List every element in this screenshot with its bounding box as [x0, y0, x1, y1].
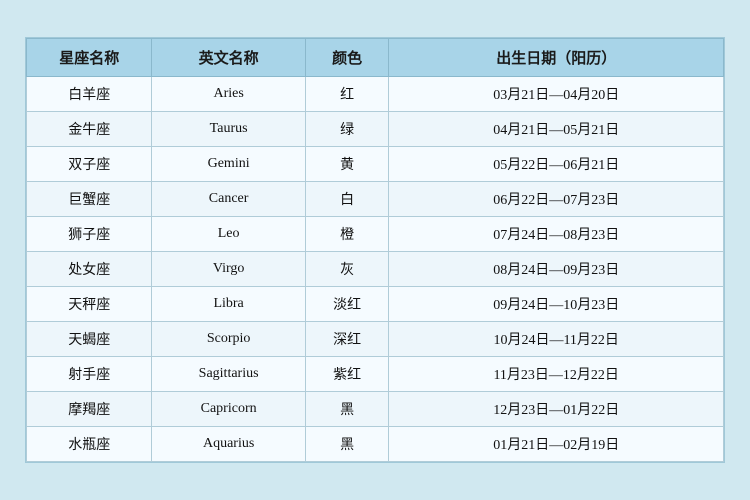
- cell-color: 黄: [305, 147, 389, 182]
- table-row: 白羊座Aries红03月21日—04月20日: [27, 77, 724, 112]
- cell-chinese: 处女座: [27, 252, 152, 287]
- zodiac-table-container: 星座名称 英文名称 颜色 出生日期（阳历） 白羊座Aries红03月21日—04…: [25, 37, 725, 463]
- table-row: 巨蟹座Cancer白06月22日—07月23日: [27, 182, 724, 217]
- cell-color: 灰: [305, 252, 389, 287]
- cell-date: 01月21日—02月19日: [389, 427, 724, 462]
- cell-chinese: 射手座: [27, 357, 152, 392]
- cell-date: 08月24日—09月23日: [389, 252, 724, 287]
- cell-english: Libra: [152, 287, 305, 322]
- table-row: 射手座Sagittarius紫红11月23日—12月22日: [27, 357, 724, 392]
- cell-english: Virgo: [152, 252, 305, 287]
- table-row: 金牛座Taurus绿04月21日—05月21日: [27, 112, 724, 147]
- cell-english: Capricorn: [152, 392, 305, 427]
- cell-chinese: 双子座: [27, 147, 152, 182]
- cell-english: Taurus: [152, 112, 305, 147]
- cell-english: Gemini: [152, 147, 305, 182]
- cell-date: 03月21日—04月20日: [389, 77, 724, 112]
- table-row: 处女座Virgo灰08月24日—09月23日: [27, 252, 724, 287]
- cell-color: 黑: [305, 427, 389, 462]
- header-date: 出生日期（阳历）: [389, 39, 724, 77]
- cell-date: 12月23日—01月22日: [389, 392, 724, 427]
- cell-english: Aquarius: [152, 427, 305, 462]
- cell-english: Cancer: [152, 182, 305, 217]
- cell-english: Sagittarius: [152, 357, 305, 392]
- cell-english: Scorpio: [152, 322, 305, 357]
- cell-color: 红: [305, 77, 389, 112]
- table-row: 狮子座Leo橙07月24日—08月23日: [27, 217, 724, 252]
- cell-chinese: 天蝎座: [27, 322, 152, 357]
- cell-chinese: 金牛座: [27, 112, 152, 147]
- cell-english: Aries: [152, 77, 305, 112]
- cell-date: 09月24日—10月23日: [389, 287, 724, 322]
- cell-color: 淡红: [305, 287, 389, 322]
- cell-chinese: 狮子座: [27, 217, 152, 252]
- table-row: 天秤座Libra淡红09月24日—10月23日: [27, 287, 724, 322]
- cell-chinese: 巨蟹座: [27, 182, 152, 217]
- table-row: 天蝎座Scorpio深红10月24日—11月22日: [27, 322, 724, 357]
- cell-date: 05月22日—06月21日: [389, 147, 724, 182]
- cell-date: 06月22日—07月23日: [389, 182, 724, 217]
- cell-chinese: 天秤座: [27, 287, 152, 322]
- cell-chinese: 水瓶座: [27, 427, 152, 462]
- cell-color: 深红: [305, 322, 389, 357]
- cell-date: 07月24日—08月23日: [389, 217, 724, 252]
- table-header-row: 星座名称 英文名称 颜色 出生日期（阳历）: [27, 39, 724, 77]
- cell-color: 橙: [305, 217, 389, 252]
- table-row: 摩羯座Capricorn黑12月23日—01月22日: [27, 392, 724, 427]
- cell-date: 11月23日—12月22日: [389, 357, 724, 392]
- table-row: 水瓶座Aquarius黑01月21日—02月19日: [27, 427, 724, 462]
- cell-color: 紫红: [305, 357, 389, 392]
- table-row: 双子座Gemini黄05月22日—06月21日: [27, 147, 724, 182]
- cell-chinese: 白羊座: [27, 77, 152, 112]
- cell-color: 白: [305, 182, 389, 217]
- cell-color: 绿: [305, 112, 389, 147]
- cell-chinese: 摩羯座: [27, 392, 152, 427]
- cell-date: 10月24日—11月22日: [389, 322, 724, 357]
- cell-date: 04月21日—05月21日: [389, 112, 724, 147]
- zodiac-table: 星座名称 英文名称 颜色 出生日期（阳历） 白羊座Aries红03月21日—04…: [26, 38, 724, 462]
- cell-english: Leo: [152, 217, 305, 252]
- cell-color: 黑: [305, 392, 389, 427]
- header-chinese: 星座名称: [27, 39, 152, 77]
- header-color: 颜色: [305, 39, 389, 77]
- header-english: 英文名称: [152, 39, 305, 77]
